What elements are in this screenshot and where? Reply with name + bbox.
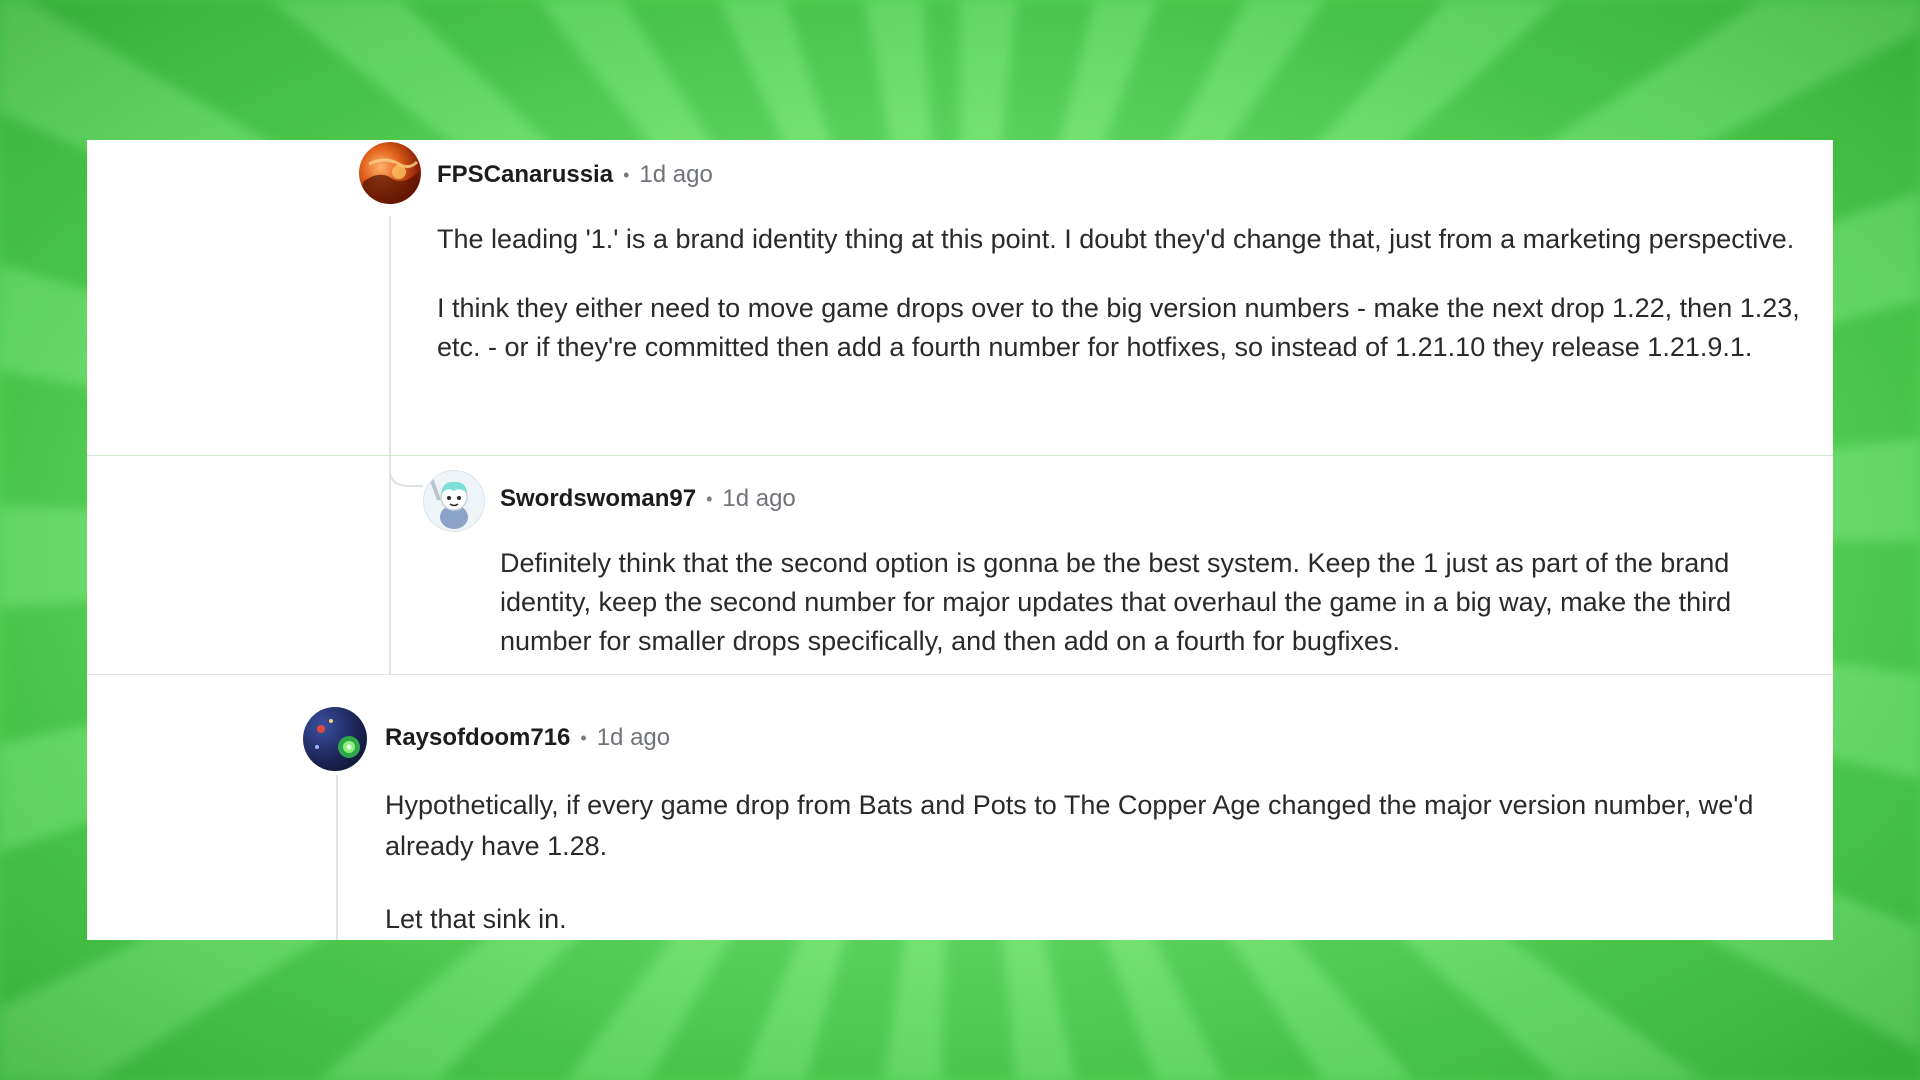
- comment-body: Definitely think that the second option …: [500, 544, 1820, 661]
- comment-body: The leading '1.' is a brand identity thi…: [437, 220, 1817, 367]
- comment-body: Hypothetically, if every game drop from …: [385, 785, 1785, 940]
- comment-paragraph: Definitely think that the second option …: [500, 548, 1732, 656]
- comment-paragraph: Let that sink in.: [385, 904, 567, 934]
- comment-header: FPSCanarussia • 1d ago: [437, 160, 713, 190]
- comment-swordswoman97: Swordswoman97 • 1d ago Definitely think …: [87, 455, 1833, 675]
- comment-paragraph: The leading '1.' is a brand identity thi…: [437, 224, 1795, 254]
- comment-paragraph: Hypothetically, if every game drop from …: [385, 790, 1754, 861]
- comment-raysofdoom716: Raysofdoom716 • 1d ago Hypothetically, i…: [87, 673, 1833, 940]
- avatar-image: [359, 158, 421, 204]
- username[interactable]: Swordswoman97: [500, 485, 696, 513]
- comment-fpscanarussia: FPSCanarussia • 1d ago The leading '1.' …: [87, 140, 1833, 455]
- avatar-image: [315, 719, 360, 758]
- reply-connector: [389, 456, 423, 487]
- thread-line[interactable]: [389, 216, 391, 455]
- avatar[interactable]: [303, 707, 367, 771]
- avatar-image: [429, 477, 468, 529]
- thread-line[interactable]: [336, 775, 338, 940]
- avatar[interactable]: [359, 142, 421, 204]
- username[interactable]: Raysofdoom716: [385, 724, 570, 752]
- timestamp[interactable]: 1d ago: [722, 485, 795, 513]
- comment-thread-card: FPSCanarussia • 1d ago The leading '1.' …: [87, 140, 1833, 940]
- separator-dot: •: [580, 727, 587, 748]
- separator-dot: •: [706, 488, 713, 509]
- comment-paragraph: I think they either need to move game dr…: [437, 293, 1800, 362]
- timestamp[interactable]: 1d ago: [597, 724, 670, 752]
- comment-header: Raysofdoom716 • 1d ago: [385, 723, 670, 753]
- username[interactable]: FPSCanarussia: [437, 161, 613, 189]
- comment-header: Swordswoman97 • 1d ago: [500, 484, 796, 514]
- avatar[interactable]: [423, 470, 485, 532]
- separator-dot: •: [623, 164, 630, 185]
- timestamp[interactable]: 1d ago: [639, 161, 712, 189]
